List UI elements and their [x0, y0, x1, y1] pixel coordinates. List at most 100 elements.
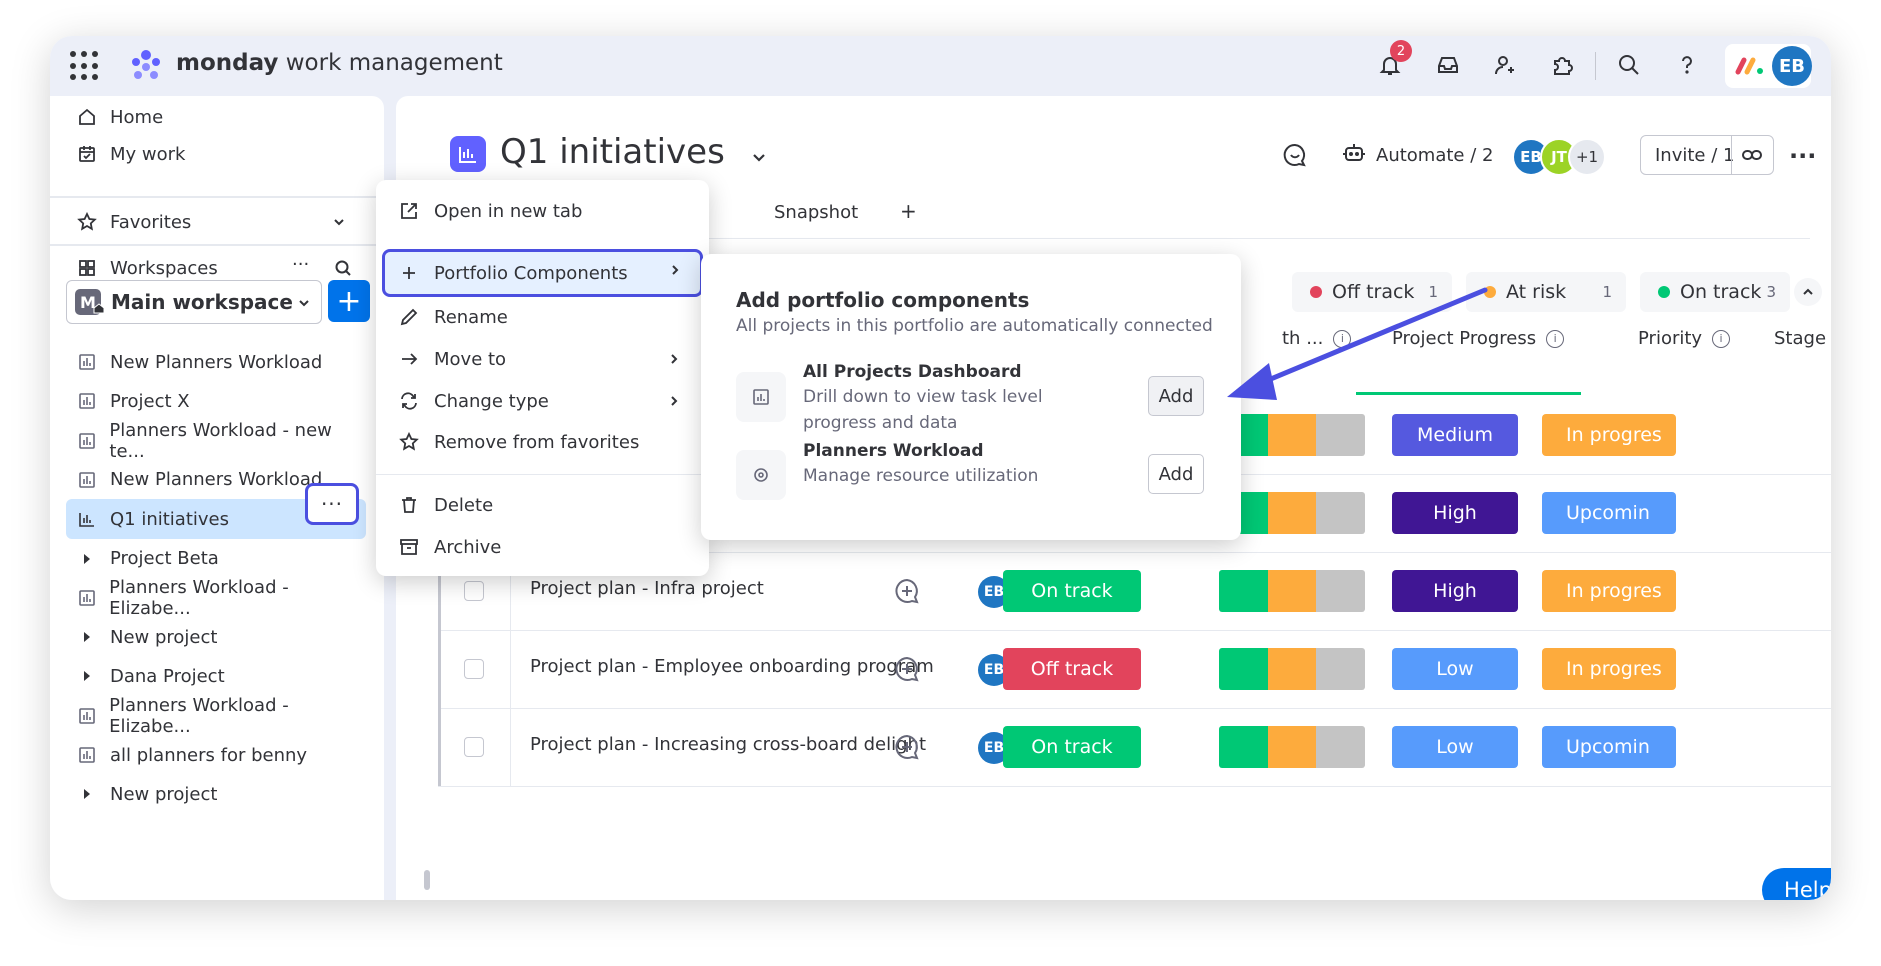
portfolio-icon [450, 136, 486, 172]
user-avatar[interactable]: EB [1772, 46, 1812, 86]
sidebar-favorites-label: Favorites [110, 211, 192, 233]
sidebar-item[interactable]: Dana Project [66, 656, 366, 696]
sidebar-item[interactable]: New project [66, 774, 366, 814]
chevron-down-icon[interactable] [750, 148, 768, 170]
sidebar-scrollbar[interactable] [424, 870, 430, 890]
menu-rename[interactable]: Rename [376, 296, 709, 338]
row-name[interactable]: Project plan - Increasing cross-board de… [530, 734, 926, 755]
collapse-filters-button[interactable] [1794, 278, 1822, 306]
stage-label[interactable]: In progres [1542, 570, 1676, 612]
priority-label[interactable]: High [1392, 492, 1518, 534]
sidebar-item-label: New Planners Workload [110, 469, 323, 491]
menu-remove-favorites[interactable]: Remove from favorites [376, 421, 709, 463]
row-name[interactable]: Project plan - Infra project [530, 578, 764, 599]
info-icon[interactable]: i [1546, 329, 1565, 348]
workspace-search-icon[interactable] [334, 259, 352, 282]
monday-logo-icon [132, 50, 160, 79]
table-row[interactable]: Project plan - Employee onboarding progr… [438, 630, 1831, 709]
sidebar-item[interactable]: Planners Workload - Elizabe... [66, 695, 366, 737]
menu-portfolio-components[interactable]: Portfolio Components [382, 249, 703, 297]
sidebar-item-label: New project [110, 626, 218, 648]
board-title[interactable]: Q1 initiatives [500, 132, 725, 172]
priority-label[interactable]: Medium [1392, 414, 1518, 456]
sidebar-item[interactable]: New Planners Workload [66, 342, 366, 382]
invite-members-icon[interactable] [1490, 50, 1520, 80]
add-update-icon[interactable] [892, 654, 922, 684]
sidebar-favorites[interactable]: Favorites [50, 202, 384, 242]
sidebar-item[interactable]: all planners for benny [66, 735, 366, 775]
row-checkbox[interactable] [464, 581, 484, 601]
sidebar-my-work[interactable]: My work [50, 134, 384, 174]
sidebar-item[interactable]: Project Beta [66, 539, 366, 579]
automate-button[interactable]: Automate / 2 [1342, 142, 1493, 169]
board-icon [76, 432, 97, 450]
sidebar-item-label: Planners Workload - new te... [109, 419, 332, 462]
add-item-button[interactable]: + [328, 280, 370, 322]
priority-label[interactable]: Low [1392, 648, 1518, 690]
filter-count: 3 [1766, 283, 1776, 301]
inbox-icon[interactable] [1433, 50, 1463, 80]
chevron-up-icon [1803, 288, 1813, 295]
column-header-priority[interactable]: Priority i [1638, 328, 1731, 349]
add-dashboard-button[interactable]: Add [1148, 376, 1204, 416]
link-icon[interactable] [1741, 145, 1763, 170]
add-update-icon[interactable] [892, 732, 922, 762]
workspace-options-icon[interactable]: ··· [292, 254, 309, 275]
add-view-button[interactable]: + [900, 199, 917, 223]
sidebar-home-label: Home [110, 106, 164, 128]
cell-divider [510, 630, 511, 708]
stage-label[interactable]: Upcomin [1542, 492, 1676, 534]
row-checkbox[interactable] [464, 737, 484, 757]
stage-label[interactable]: Upcomin [1542, 726, 1676, 768]
sidebar-item[interactable]: Project X [66, 381, 366, 421]
updates-chat-icon[interactable] [1282, 142, 1308, 172]
health-status[interactable]: On track [1003, 726, 1141, 768]
menu-change-type[interactable]: Change type [376, 380, 709, 422]
star-icon [398, 432, 420, 452]
menu-label: Portfolio Components [434, 262, 628, 284]
menu-archive[interactable]: Archive [376, 526, 709, 568]
sidebar-item[interactable]: Planners Workload - Elizabe... [66, 577, 366, 619]
add-workload-button[interactable]: Add [1148, 454, 1204, 494]
table-row[interactable]: Project plan - Increasing cross-board de… [438, 708, 1831, 787]
chevron-right-icon [668, 261, 682, 282]
menu-move-to[interactable]: Move to [376, 338, 709, 380]
help-icon[interactable] [1672, 50, 1702, 80]
sidebar-home[interactable]: Home [50, 97, 384, 137]
row-name[interactable]: Project plan - Employee onboarding progr… [530, 656, 934, 677]
search-icon[interactable] [1614, 50, 1644, 80]
menu-label: Remove from favorites [434, 431, 640, 453]
board-icon [76, 589, 97, 607]
board-menu-icon[interactable]: ··· [1789, 142, 1816, 170]
priority-label[interactable]: Low [1392, 726, 1518, 768]
item-options-button[interactable]: ··· [305, 483, 359, 525]
stage-label[interactable]: In progres [1542, 648, 1676, 690]
swap-icon [398, 391, 420, 411]
tab-snapshot[interactable]: Snapshot [774, 202, 858, 223]
integrations-icon[interactable] [1547, 50, 1577, 80]
app-switcher-icon[interactable] [70, 51, 100, 81]
caret-right-icon [76, 631, 98, 643]
invite-button[interactable]: Invite / 1 [1640, 135, 1774, 175]
workspace-selector[interactable]: M Main workspace [66, 280, 322, 324]
add-update-icon[interactable] [892, 576, 922, 606]
sidebar-divider [50, 244, 384, 246]
stage-label[interactable]: In progres [1542, 414, 1676, 456]
sidebar-divider [50, 196, 384, 198]
sidebar-item[interactable]: New project [66, 617, 366, 657]
sidebar-my-work-label: My work [110, 143, 186, 165]
column-header-stage[interactable]: Stage [1774, 328, 1826, 349]
row-checkbox[interactable] [464, 659, 484, 679]
progress-bar [1219, 726, 1365, 768]
info-icon[interactable]: i [1712, 329, 1731, 348]
more-members-count[interactable]: +1 [1568, 138, 1606, 176]
menu-open-new-tab[interactable]: Open in new tab [376, 190, 709, 232]
filter-on-track[interactable]: On track 3 [1640, 272, 1790, 312]
menu-delete[interactable]: Delete [376, 484, 709, 526]
brand-name: monday work management [176, 50, 503, 76]
help-button[interactable]: Help [1762, 868, 1831, 900]
health-status[interactable]: Off track [1003, 648, 1141, 690]
health-status[interactable]: On track [1003, 570, 1141, 612]
sidebar-item[interactable]: Planners Workload - new te... [66, 419, 366, 462]
priority-label[interactable]: High [1392, 570, 1518, 612]
